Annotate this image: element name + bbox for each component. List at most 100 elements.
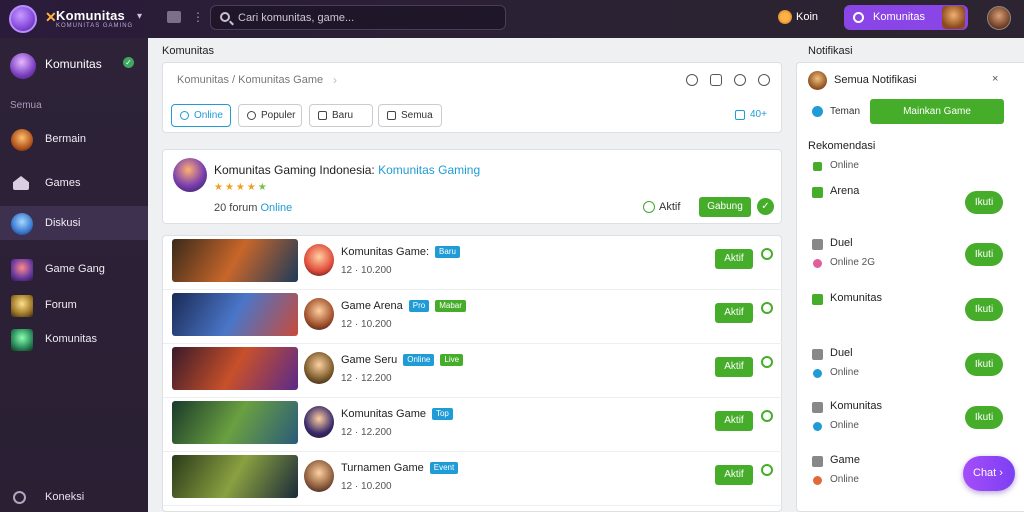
notification-sub: Teman bbox=[830, 106, 861, 117]
game-thumbnail[interactable] bbox=[172, 455, 298, 498]
recommendation-item[interactable]: Arena Ikuti bbox=[797, 181, 1024, 221]
follow-button[interactable]: Ikuti bbox=[965, 298, 1003, 321]
active-button[interactable]: Aktif bbox=[715, 303, 753, 323]
sidebar-item-play[interactable]: Bermain bbox=[0, 122, 148, 156]
community-avatar[interactable] bbox=[304, 406, 334, 438]
game-thumbnail[interactable] bbox=[172, 347, 298, 390]
filter-label: Populer bbox=[261, 110, 296, 121]
connection-icon[interactable] bbox=[13, 491, 26, 504]
recommendation-icon bbox=[812, 294, 823, 305]
list-item[interactable]: Turnamen Game Event 12 · 10.200 Aktif bbox=[163, 452, 783, 506]
filter-popular[interactable]: Populer bbox=[238, 104, 302, 127]
recommendation-sub: Online bbox=[830, 420, 859, 431]
recommendation-icon bbox=[812, 402, 823, 413]
list-icon bbox=[318, 111, 327, 120]
follow-button[interactable]: Ikuti bbox=[965, 353, 1003, 376]
list-item[interactable]: Komunitas Game Top 12 · 12.200 Aktif bbox=[163, 398, 783, 452]
count-label[interactable]: 40+ bbox=[750, 109, 767, 120]
recommendation-icon bbox=[812, 456, 823, 467]
sidebar-avatar[interactable] bbox=[10, 53, 36, 79]
share-icon[interactable] bbox=[710, 74, 722, 86]
list-item-meta: 12 · 12.200 bbox=[341, 373, 392, 384]
recommendation-item[interactable]: Duel Online 2G Ikuti bbox=[797, 233, 1024, 273]
list-item-title: Game Arena Pro Mabar bbox=[341, 300, 466, 313]
coins-label[interactable]: Koin bbox=[796, 11, 818, 23]
list-item-meta: 12 · 10.200 bbox=[341, 319, 392, 330]
close-icon[interactable]: × bbox=[992, 73, 998, 85]
sidebar-item-community[interactable]: Komunitas bbox=[0, 322, 148, 356]
list-item[interactable]: Game Arena Pro Mabar 12 · 10.200 Aktif bbox=[163, 290, 783, 344]
featured-group-card: Komunitas Gaming Indonesia: Komunitas Ga… bbox=[162, 149, 782, 224]
play-game-button[interactable]: Mainkan Game bbox=[870, 99, 1004, 124]
search-bar[interactable]: Cari komunitas, game... bbox=[210, 5, 506, 30]
sidebar-item-game-gang[interactable]: Game Gang bbox=[0, 252, 148, 286]
list-item[interactable]: Komunitas Game: Baru 12 · 10.200 Aktif bbox=[163, 236, 783, 290]
list-item-title: Game Seru Online Live bbox=[341, 354, 464, 367]
game-thumbnail[interactable] bbox=[172, 401, 298, 444]
follow-button[interactable]: Ikuti bbox=[965, 191, 1003, 214]
status-icon bbox=[813, 369, 822, 378]
sidebar-item-forum[interactable]: Forum bbox=[0, 288, 148, 322]
tag-badge: Online bbox=[403, 354, 435, 367]
breadcrumb[interactable]: Komunitas / Komunitas Game bbox=[177, 74, 323, 86]
filter-new[interactable]: Baru bbox=[309, 104, 373, 127]
filter-all[interactable]: Semua bbox=[378, 104, 442, 127]
app-logo[interactable] bbox=[9, 5, 37, 33]
grid-icon bbox=[387, 111, 396, 120]
recommendation-name: Komunitas bbox=[830, 292, 882, 304]
list-item[interactable]: Game Seru Online Live 12 · 12.200 Aktif bbox=[163, 344, 783, 398]
refresh-icon[interactable] bbox=[686, 74, 698, 86]
community-avatar[interactable] bbox=[304, 244, 334, 276]
join-button[interactable]: Gabung bbox=[699, 197, 751, 217]
user-avatar[interactable] bbox=[987, 6, 1011, 30]
recommendation-title: Rekomendasi bbox=[808, 140, 876, 152]
follow-button[interactable]: Ikuti bbox=[965, 406, 1003, 429]
search-icon bbox=[220, 12, 230, 22]
active-button[interactable]: Aktif bbox=[715, 249, 753, 269]
window-icon[interactable] bbox=[167, 11, 181, 23]
sidebar-item-label: Games bbox=[45, 177, 81, 189]
game-thumbnail[interactable] bbox=[172, 293, 298, 336]
group-title: Komunitas Gaming Indonesia: Komunitas Ga… bbox=[214, 163, 481, 177]
group-link[interactable]: Komunitas Gaming bbox=[378, 163, 480, 177]
toolbar-panel: Komunitas / Komunitas Game › Online Popu… bbox=[162, 62, 782, 133]
recommendation-item[interactable]: Komunitas Ikuti bbox=[797, 288, 1024, 328]
sidebar-user-name[interactable]: Komunitas bbox=[45, 57, 102, 71]
recommendation-item[interactable]: Komunitas Online Ikuti bbox=[797, 396, 1024, 436]
game-thumbnail[interactable] bbox=[172, 239, 298, 282]
chevron-down-icon[interactable]: ▾ bbox=[137, 11, 142, 22]
recommendation-sub: Online bbox=[830, 474, 859, 485]
search-input[interactable]: Cari komunitas, game... bbox=[238, 12, 354, 24]
sidebar-item-games[interactable]: Games bbox=[0, 166, 148, 200]
recommendation-sub: Online 2G bbox=[830, 257, 876, 268]
sidebar-item-discussion[interactable]: Diskusi bbox=[0, 206, 148, 240]
community-button[interactable]: Komunitas bbox=[844, 5, 968, 30]
active-button[interactable]: Aktif bbox=[715, 357, 753, 377]
sidebar-bottom-label[interactable]: Koneksi bbox=[45, 491, 84, 503]
online-icon bbox=[180, 111, 189, 120]
active-button[interactable]: Aktif bbox=[715, 411, 753, 431]
check-icon[interactable]: ✓ bbox=[757, 198, 774, 215]
sidebar-item-label: Komunitas bbox=[45, 333, 97, 345]
group-stat: 20 forum Online bbox=[214, 202, 293, 214]
follow-button[interactable]: Ikuti bbox=[965, 243, 1003, 266]
more-vertical-icon[interactable]: ⋮ bbox=[192, 10, 206, 24]
recommendation-item[interactable]: Duel Online Ikuti bbox=[797, 343, 1024, 383]
search-icon[interactable] bbox=[734, 74, 746, 86]
tag-badge: Pro bbox=[408, 300, 430, 313]
tag-badge: Event bbox=[429, 462, 459, 475]
active-button[interactable]: Aktif bbox=[715, 465, 753, 485]
community-avatar[interactable] bbox=[304, 298, 334, 330]
status-dot-icon bbox=[761, 410, 773, 422]
tag-badge: Top bbox=[431, 408, 453, 421]
filter-label: Online bbox=[194, 110, 223, 121]
filter-label: Semua bbox=[401, 110, 433, 121]
community-avatar[interactable] bbox=[304, 352, 334, 384]
community-icon bbox=[11, 329, 33, 351]
community-avatar[interactable] bbox=[304, 460, 334, 492]
sidebar-item-label: Diskusi bbox=[45, 217, 81, 229]
chat-icon[interactable] bbox=[758, 74, 770, 86]
filter-online[interactable]: Online bbox=[171, 104, 231, 127]
chat-fab[interactable]: Chat › bbox=[963, 456, 1015, 491]
group-avatar[interactable] bbox=[173, 158, 207, 192]
